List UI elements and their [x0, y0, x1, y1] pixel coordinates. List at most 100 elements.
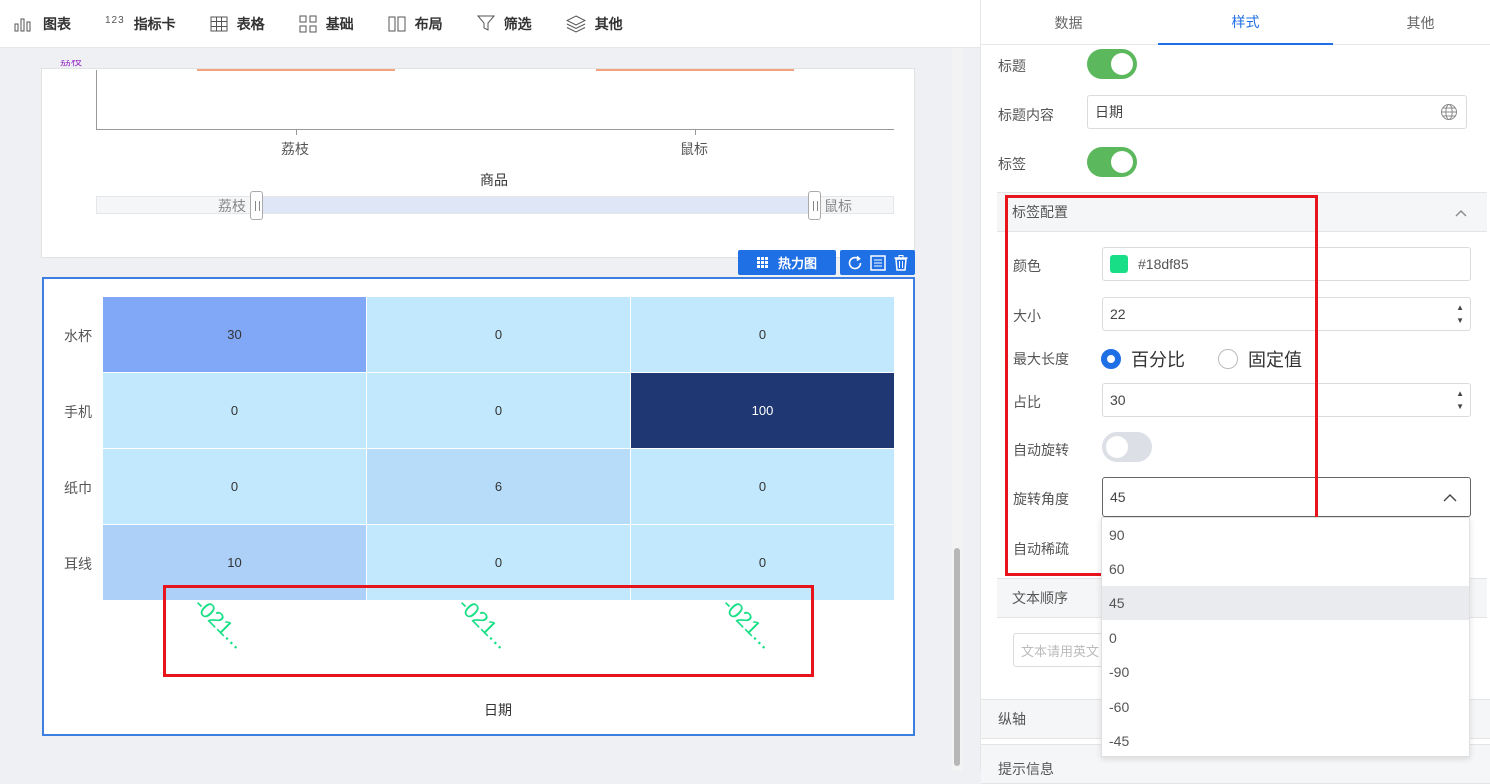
x-axis-title: 日期	[484, 702, 512, 718]
label-config-header[interactable]: 标签配置	[997, 192, 1487, 232]
heatmap-cell[interactable]: 0	[367, 297, 630, 372]
radio-dot-percent[interactable]	[1101, 349, 1121, 369]
label-toggle[interactable]	[1087, 147, 1137, 177]
toolbar-table[interactable]: 表格	[210, 14, 265, 34]
angle-option[interactable]: 60	[1102, 552, 1469, 586]
toolbar-basic[interactable]: 基础	[299, 14, 354, 34]
radio-fixed[interactable]: 固定值	[1218, 346, 1302, 372]
y-cut-label: 荔枝	[60, 60, 82, 68]
heatmap-cell[interactable]: 6	[367, 449, 630, 524]
max-length-label: 最大长度	[1013, 351, 1069, 367]
columns-icon	[388, 16, 406, 31]
tab-other[interactable]: 其他	[1333, 0, 1490, 45]
toolbar-other[interactable]: 其他	[565, 14, 623, 34]
bar-chart-icon	[14, 18, 31, 31]
heatmap-cell[interactable]: 30	[103, 297, 366, 372]
toolbar-layout[interactable]: 布局	[388, 14, 443, 34]
toolbar-chart-label: 图表	[43, 15, 71, 32]
tab-data[interactable]: 数据	[981, 0, 1156, 45]
size-input[interactable]: 22 ▲ ▼	[1102, 297, 1471, 331]
heatmap-cell[interactable]: 0	[103, 373, 366, 448]
number-icon: 123	[105, 15, 125, 26]
chevron-up-icon	[1443, 494, 1457, 502]
x-axis-title: 商品	[480, 172, 508, 188]
heatmap-cell[interactable]: 10	[103, 525, 366, 600]
toolbar-chart[interactable]: 图表	[14, 14, 71, 34]
table-view-icon[interactable]	[869, 254, 887, 272]
heatmap-cell[interactable]: 0	[367, 525, 630, 600]
rotate-angle-select[interactable]: 45	[1102, 477, 1471, 517]
text-order-placeholder: 文本请用英文	[1021, 643, 1100, 659]
heatmap-cell[interactable]: 0	[631, 525, 894, 600]
refresh-icon[interactable]	[846, 254, 864, 272]
color-swatch[interactable]	[1110, 255, 1128, 273]
toolbar-metric-card[interactable]: 123 指标卡	[105, 14, 176, 34]
color-value: #18df85	[1138, 256, 1189, 272]
data-zoom-handle-right[interactable]	[808, 191, 821, 220]
auto-rotate-toggle[interactable]	[1102, 432, 1152, 462]
heatmap-cell[interactable]: 0	[631, 449, 894, 524]
toolbar-filter-label: 筛选	[503, 15, 532, 32]
card-tools	[840, 250, 915, 275]
table-icon	[210, 16, 228, 31]
y-tick-label: 纸巾	[64, 480, 92, 496]
radio-percent[interactable]: 百分比	[1101, 346, 1185, 372]
ratio-label: 占比	[1013, 394, 1041, 410]
layers-icon	[565, 14, 586, 33]
angle-option[interactable]: 90	[1102, 518, 1469, 552]
heatmap-cell[interactable]: 0	[631, 297, 894, 372]
grid-icon	[756, 257, 768, 268]
toolbar-table-label: 表格	[236, 15, 265, 32]
slider-left-label: 荔枝	[218, 198, 246, 214]
angle-option[interactable]: -60	[1102, 690, 1469, 724]
data-zoom-range[interactable]	[257, 197, 815, 213]
tab-style[interactable]: 样式	[1158, 0, 1333, 45]
chevron-up-icon	[1455, 210, 1467, 217]
title-content-input[interactable]: 日期	[1087, 95, 1467, 129]
auto-rotate-label: 自动旋转	[1013, 442, 1069, 458]
angle-option[interactable]: 0	[1102, 621, 1469, 655]
y-tick-label: 水杯	[64, 328, 92, 344]
toolbar-filter[interactable]: 筛选	[476, 14, 532, 34]
size-value: 22	[1110, 306, 1126, 322]
ratio-stepper[interactable]: ▲ ▼	[1456, 387, 1464, 413]
rotate-angle-value: 45	[1110, 489, 1126, 505]
toolbar-basic-label: 基础	[325, 15, 354, 32]
ratio-input[interactable]: 30 ▲ ▼	[1102, 383, 1471, 417]
toolbar-metric-card-label: 指标卡	[133, 15, 176, 32]
x-tick-label: 荔枝	[281, 141, 309, 157]
panel-tabs: 数据 样式 其他	[981, 0, 1490, 45]
heatmap-cell[interactable]: 0	[103, 449, 366, 524]
filter-icon	[476, 15, 495, 31]
title-toggle[interactable]	[1087, 49, 1137, 79]
toolbar-layout-label: 布局	[414, 15, 443, 32]
angle-option-selected[interactable]: 45	[1102, 586, 1469, 620]
angle-option[interactable]: -90	[1102, 655, 1469, 689]
radio-dot-fixed[interactable]	[1218, 349, 1238, 369]
heatmap-type-chip[interactable]: 热力图	[738, 250, 836, 275]
slider-right-label: 鼠标	[824, 198, 852, 214]
rotate-angle-dropdown: 90 60 45 0 -90 -60 -45	[1101, 517, 1470, 757]
data-zoom-slider[interactable]	[96, 191, 894, 220]
heatmap-cell[interactable]: 0	[367, 373, 630, 448]
size-stepper[interactable]: ▲ ▼	[1456, 301, 1464, 327]
heatmap-cell[interactable]: 100	[631, 373, 894, 448]
grid-icon	[299, 15, 317, 32]
trash-icon[interactable]	[892, 254, 910, 272]
text-order-input[interactable]: 文本请用英文	[1013, 633, 1113, 667]
chart-toolbar: 图表 123 指标卡 表格 基础 布局 筛选 其他	[0, 0, 980, 48]
size-label: 大小	[1013, 308, 1041, 324]
label-config-title: 标签配置	[1012, 204, 1068, 220]
radio-fixed-label: 固定值	[1248, 350, 1302, 370]
globe-icon[interactable]	[1440, 103, 1458, 121]
color-picker[interactable]: #18df85	[1102, 247, 1471, 281]
color-label: 颜色	[1013, 258, 1041, 274]
data-zoom-handle-left[interactable]	[250, 191, 263, 220]
canvas-scrollbar-thumb[interactable]	[954, 548, 960, 766]
radio-percent-label: 百分比	[1131, 350, 1185, 370]
title-content-value: 日期	[1095, 104, 1123, 120]
bar-chart-card[interactable]	[41, 68, 915, 258]
title-label: 标题	[998, 58, 1026, 74]
angle-option[interactable]: -45	[1102, 724, 1469, 758]
auto-sparse-label: 自动稀疏	[1013, 541, 1069, 557]
